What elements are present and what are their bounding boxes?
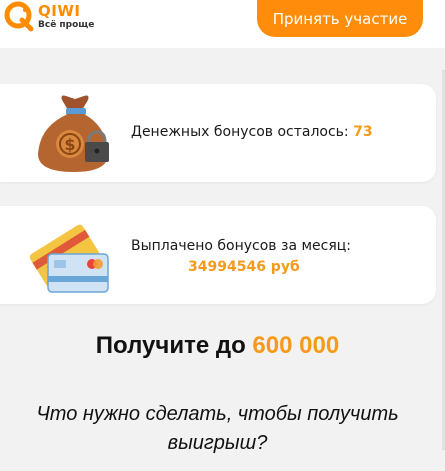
bonuses-paid-text: Выплачено бонусов за месяц: 34994546 руб	[131, 236, 351, 278]
bonuses-paid-value: 34994546 руб	[188, 259, 300, 275]
bonuses-left-label: Денежных бонусов осталось:	[131, 124, 349, 140]
qiwi-logo-icon	[4, 1, 34, 32]
headline-amount: 600 000	[252, 332, 340, 359]
bonuses-paid-label: Выплачено бонусов за месяц:	[131, 238, 352, 254]
question-line-1: Что нужно сделать, чтобы получить	[36, 403, 399, 425]
svg-text:$: $	[64, 135, 75, 154]
logo-wordmark: QIWI	[38, 2, 81, 20]
bank-cards-icon	[29, 224, 109, 293]
prize-headline: Получите до 600 000	[0, 332, 435, 360]
logo-slogan: Всё проще	[38, 20, 95, 30]
qiwi-logo[interactable]: QIWI Всё проще	[0, 0, 110, 40]
bonuses-left-card: $ Денежных бонусов осталось: 73	[0, 84, 436, 182]
how-to-win-question: Что нужно сделать, чтобы получить выигры…	[0, 400, 435, 458]
participate-button[interactable]: Принять участие	[257, 0, 423, 37]
question-line-2: выигрыш?	[167, 432, 268, 454]
bonuses-paid-card: Выплачено бонусов за месяц: 34994546 руб	[0, 206, 436, 304]
money-bag-icon: $	[38, 95, 109, 172]
bonuses-left-text: Денежных бонусов осталось: 73	[131, 124, 373, 140]
top-bar: QIWI Всё проще Принять участие	[0, 0, 445, 48]
headline-prefix: Получите до	[95, 332, 246, 359]
bonuses-left-value: 73	[353, 124, 373, 140]
